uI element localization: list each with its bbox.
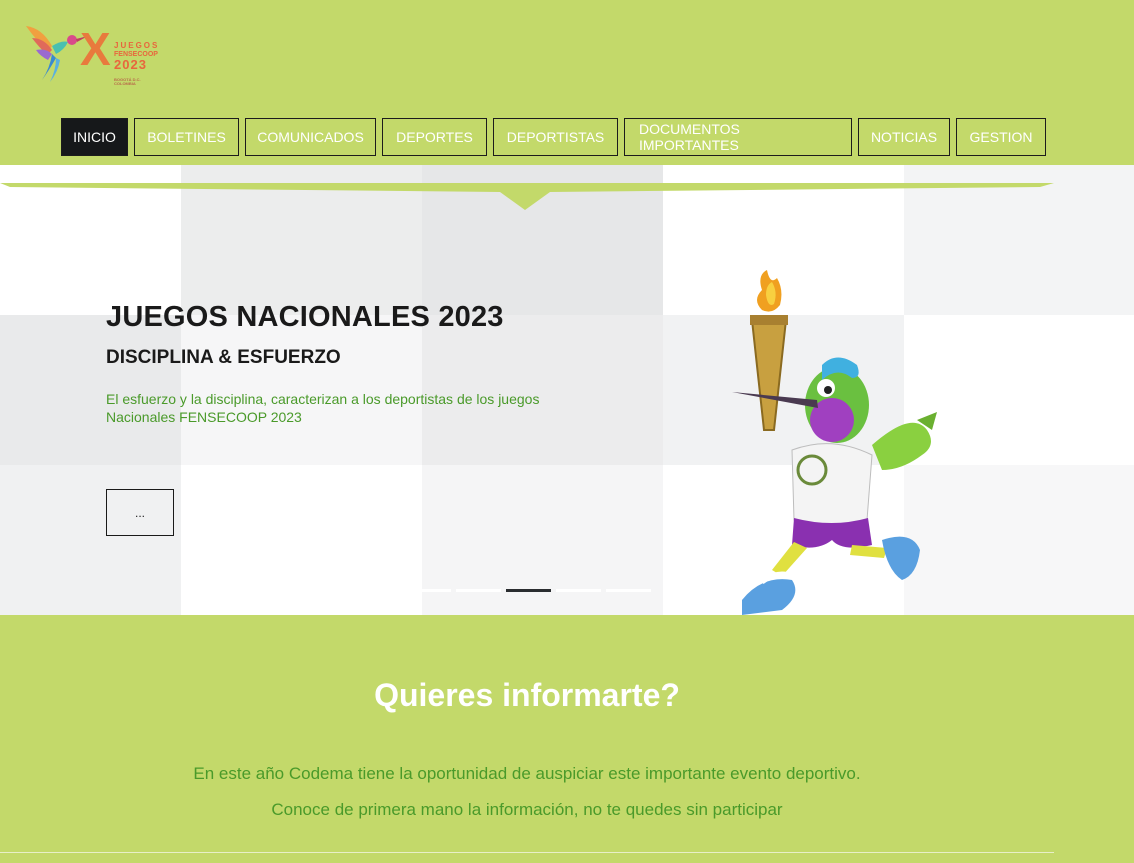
logo-caption: BOGOTÁ D.C. COLOMBIA xyxy=(114,77,141,86)
info-line-1: En este año Codema tiene la oportunidad … xyxy=(193,764,861,783)
info-line-2: Conoce de primera mano la información, n… xyxy=(271,800,783,819)
section-divider xyxy=(0,852,1054,853)
logo-word-juegos: JUEGOS xyxy=(114,41,160,50)
bg-tile xyxy=(0,465,181,615)
hero-description: El esfuerzo y la disciplina, caracteriza… xyxy=(106,391,540,425)
nav-item-boletines[interactable]: BOLETINES xyxy=(134,118,239,156)
slider-dot-2[interactable] xyxy=(456,589,501,592)
nav-item-inicio[interactable]: INICIO xyxy=(61,118,128,156)
hero-title: JUEGOS NACIONALES 2023 xyxy=(106,301,504,333)
nav-item-documentos-importantes[interactable]: DOCUMENTOS IMPORTANTES xyxy=(624,118,852,156)
slider-dot-1[interactable] xyxy=(406,589,451,592)
main-nav: INICIO BOLETINES COMUNICADOS DEPORTES DE… xyxy=(61,118,1046,156)
hero-subtitle: DISCIPLINA & ESFUERZO xyxy=(106,347,341,368)
hero-slider: JUEGOS NACIONALES 2023 DISCIPLINA & ESFU… xyxy=(0,165,1134,615)
site-logo[interactable]: X JUEGOS FENSECOOP 2023 BOGOTÁ D.C. COLO… xyxy=(22,18,162,88)
slider-dot-5[interactable] xyxy=(606,589,651,592)
nav-item-deportistas[interactable]: DEPORTISTAS xyxy=(493,118,618,156)
bg-tile xyxy=(181,465,422,615)
ribbon-arrow-icon xyxy=(0,183,1054,210)
nav-item-deportes[interactable]: DEPORTES xyxy=(382,118,487,156)
bg-tile xyxy=(422,465,663,615)
nav-item-comunicados[interactable]: COMUNICADOS xyxy=(245,118,376,156)
info-title: Quieres informarte? xyxy=(374,677,680,713)
slider-dot-4[interactable] xyxy=(556,589,601,592)
logo-year: 2023 xyxy=(114,57,147,72)
nav-item-gestion[interactable]: GESTION xyxy=(956,118,1046,156)
slider-dot-3[interactable] xyxy=(506,589,551,592)
logo-letter-x: X xyxy=(80,23,111,75)
nav-item-noticias[interactable]: NOTICIAS xyxy=(858,118,950,156)
mascot-hummingbird-image xyxy=(732,270,937,615)
slider-dots xyxy=(406,589,651,592)
hero-more-button[interactable]: ... xyxy=(106,489,174,536)
